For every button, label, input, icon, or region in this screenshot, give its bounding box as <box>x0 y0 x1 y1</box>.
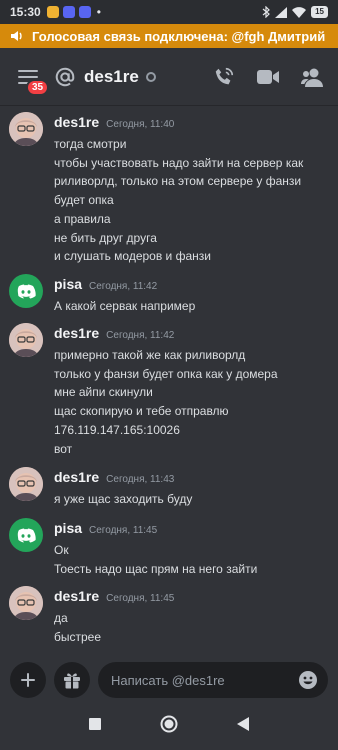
gift-button[interactable] <box>54 662 90 698</box>
speaker-icon <box>11 31 22 41</box>
message-input[interactable] <box>111 672 298 688</box>
square-icon <box>89 718 102 730</box>
message-text: быстрее <box>54 629 102 644</box>
plus-icon <box>21 673 35 687</box>
status-time: 15:30 <box>10 5 41 19</box>
channel-header: 35 des1re <box>0 48 338 106</box>
gift-icon <box>64 673 80 689</box>
message-list[interactable]: des1re Сегодня, 11:40 тогда смотри чтобы… <box>0 106 338 658</box>
emoji-icon[interactable] <box>298 670 318 690</box>
message-text: Ок <box>54 543 69 557</box>
video-call-button[interactable] <box>256 65 280 89</box>
message-timestamp: Сегодня, 11:45 <box>106 593 175 604</box>
message-text: примерно такой же как риливорлд <box>54 348 246 362</box>
message-text: я уже щас заходить буду <box>54 492 193 506</box>
battery-icon: 15 <box>311 6 328 18</box>
message-text: да <box>54 611 68 625</box>
circle-icon <box>160 715 178 732</box>
message-timestamp: Сегодня, 11:45 <box>89 525 158 536</box>
add-attachment-button[interactable] <box>10 662 46 698</box>
discord-notification-icon <box>78 6 91 18</box>
recent-apps-button[interactable] <box>89 717 102 735</box>
message-input-container <box>98 662 328 698</box>
message-author[interactable]: des1re <box>54 588 99 604</box>
avatar[interactable] <box>9 467 43 501</box>
message-text: мне айпи скинули <box>54 385 153 400</box>
message-text: тогда смотри <box>54 137 127 151</box>
message-text: будет опка <box>54 193 114 208</box>
voice-connected-banner[interactable]: Голосовая связь подключена: @fgh Дмитрий <box>0 24 338 48</box>
menu-button[interactable]: 35 <box>14 63 50 96</box>
triangle-back-icon <box>236 716 249 731</box>
message-text: Тоесть надо щас прям на него зайти <box>54 561 258 576</box>
members-icon <box>301 68 323 87</box>
home-button[interactable] <box>160 715 178 738</box>
more-notifications-icon: • <box>96 5 101 19</box>
back-button[interactable] <box>236 716 249 736</box>
message-text: только у фанзи будет опка как у домера <box>54 366 278 381</box>
message-text[interactable]: 176.119.147.165:10026 <box>54 421 334 440</box>
message-author[interactable]: pisa <box>54 520 82 536</box>
message-author[interactable]: des1re <box>54 469 99 485</box>
at-icon <box>55 67 75 86</box>
wifi-icon <box>292 6 307 18</box>
signal-icon <box>275 6 288 18</box>
avatar[interactable] <box>9 323 43 357</box>
channel-name[interactable]: des1re <box>84 67 139 87</box>
avatar[interactable] <box>9 518 43 552</box>
message-timestamp: Сегодня, 11:43 <box>106 474 175 485</box>
user-avatar-icon <box>9 112 43 146</box>
voice-call-button[interactable] <box>212 65 236 89</box>
avatar[interactable] <box>9 274 43 308</box>
message-text: А какой сервак например <box>54 299 196 313</box>
discord-logo-icon <box>17 284 36 298</box>
message-text: и слушать модеров и фанзи <box>54 249 211 264</box>
video-camera-icon <box>257 69 279 84</box>
message-author[interactable]: des1re <box>54 114 99 130</box>
notification-app-icon <box>46 6 59 18</box>
message-text: а правила <box>54 211 111 226</box>
offline-status-icon <box>145 71 156 82</box>
avatar[interactable] <box>9 586 43 620</box>
user-avatar-icon <box>9 323 43 357</box>
bluetooth-icon <box>262 6 270 18</box>
system-nav-bar <box>0 702 338 750</box>
avatar[interactable] <box>9 112 43 146</box>
message-timestamp: Сегодня, 11:42 <box>106 330 175 341</box>
phone-call-icon <box>215 67 234 84</box>
message-text: чтобы участвовать надо зайти на сервер к… <box>54 155 304 170</box>
message-timestamp: Сегодня, 11:40 <box>106 119 175 130</box>
message-timestamp: Сегодня, 11:42 <box>89 281 158 292</box>
message-author[interactable]: pisa <box>54 276 82 292</box>
members-button[interactable] <box>300 65 324 89</box>
message-author[interactable]: des1re <box>54 325 99 341</box>
message-composer <box>0 658 338 702</box>
user-avatar-icon <box>9 586 43 620</box>
mention-badge: 35 <box>26 78 50 96</box>
message-text: риливорлд, только на этом сервере у фанз… <box>54 174 302 189</box>
discord-notification-icon <box>62 6 75 18</box>
user-avatar-icon <box>9 467 43 501</box>
discord-logo-icon <box>17 528 36 542</box>
message-text: не бить друг друга <box>54 230 157 245</box>
status-bar: 15:30 • 15 <box>0 0 338 24</box>
message-text: вот <box>54 441 73 456</box>
voice-banner-text: Голосовая связь подключена: @fgh Дмитрий <box>32 28 326 44</box>
message-text: щас скопирую и тебе отправлю <box>54 404 229 419</box>
